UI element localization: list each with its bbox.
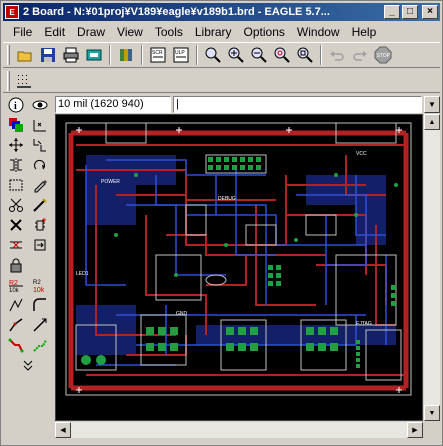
- svg-text:i: i: [14, 101, 17, 112]
- svg-text:10k: 10k: [33, 287, 45, 293]
- copy-icon[interactable]: [29, 135, 51, 154]
- lock-icon[interactable]: [5, 255, 27, 274]
- toolbar-grip[interactable]: [7, 45, 10, 65]
- pinswap-icon[interactable]: [5, 235, 27, 254]
- menu-help[interactable]: Help: [346, 25, 383, 39]
- zoom-in-icon[interactable]: [225, 44, 247, 66]
- replace-icon[interactable]: [29, 235, 51, 254]
- change-icon[interactable]: [29, 175, 51, 194]
- zoom-out-icon[interactable]: [248, 44, 270, 66]
- display-layers-icon[interactable]: [5, 115, 27, 134]
- scroll-down-icon[interactable]: ▼: [424, 405, 440, 421]
- menu-library[interactable]: Library: [189, 25, 238, 39]
- label-vcc: VCC: [356, 151, 367, 157]
- move-icon[interactable]: [5, 135, 27, 154]
- print-icon[interactable]: [60, 44, 82, 66]
- toolbar-grip[interactable]: [7, 70, 10, 91]
- scroll-up-icon[interactable]: ▲: [424, 114, 440, 130]
- board-canvas[interactable]: DEBUG LED1 EJTAG POWER GND VCC: [55, 114, 423, 421]
- maximize-button[interactable]: □: [402, 5, 418, 19]
- group-icon[interactable]: [5, 175, 27, 194]
- label-gnd: GND: [176, 311, 188, 317]
- svg-text:10k: 10k: [9, 288, 20, 293]
- command-line-input[interactable]: |: [173, 95, 422, 113]
- zoom-select-icon[interactable]: [294, 44, 316, 66]
- show-icon[interactable]: [29, 95, 51, 114]
- redo-icon[interactable]: [349, 44, 371, 66]
- window-title: 2 Board - N:¥01proj¥V189¥eagle¥v189b1.br…: [23, 6, 330, 18]
- svg-text:ULP: ULP: [175, 50, 185, 56]
- menu-window[interactable]: Window: [291, 25, 346, 39]
- save-icon[interactable]: [37, 44, 59, 66]
- label-power: POWER: [101, 179, 120, 185]
- chevron-down-icon[interactable]: ▼: [424, 95, 440, 113]
- miter-icon[interactable]: [29, 295, 51, 314]
- undo-icon[interactable]: [326, 44, 348, 66]
- menu-tools[interactable]: Tools: [149, 25, 189, 39]
- cam-icon[interactable]: [83, 44, 105, 66]
- zoom-fit-icon[interactable]: [202, 44, 224, 66]
- paste-icon[interactable]: [29, 195, 51, 214]
- close-button[interactable]: ×: [422, 5, 438, 19]
- status-bar: [3, 439, 440, 445]
- vertical-scrollbar[interactable]: ▲ ▼: [424, 114, 440, 421]
- command-row: 10 mil (1620 940) | ▼: [55, 95, 440, 113]
- horizontal-scrollbar[interactable]: ◀ ▶: [55, 422, 423, 438]
- scroll-left-icon[interactable]: ◀: [55, 422, 71, 438]
- scr-icon[interactable]: SCR: [147, 44, 169, 66]
- ulp-icon[interactable]: ULP: [170, 44, 192, 66]
- stop-label: STOP: [377, 53, 391, 59]
- mark-icon[interactable]: [29, 115, 51, 134]
- open-icon[interactable]: [14, 44, 36, 66]
- smash-icon[interactable]: [5, 295, 27, 314]
- delete-icon[interactable]: [5, 215, 27, 234]
- ripup-icon[interactable]: [29, 335, 51, 354]
- toolbar-separator: [109, 45, 111, 65]
- toolbar-separator: [141, 45, 143, 65]
- label-led1: LED1: [76, 271, 89, 277]
- add-icon[interactable]: [29, 215, 51, 234]
- menu-bar: File Edit Draw View Tools Library Option…: [3, 22, 440, 41]
- eagle-app-icon[interactable]: E: [5, 5, 19, 19]
- toolbar-separator: [196, 45, 198, 65]
- stop-icon[interactable]: STOP: [372, 44, 394, 66]
- svg-text:R2: R2: [33, 280, 41, 286]
- menu-file[interactable]: File: [7, 25, 38, 39]
- zoom-redraw-icon[interactable]: [271, 44, 293, 66]
- rotate-icon[interactable]: [29, 155, 51, 174]
- label-ejtag: EJTAG: [356, 321, 372, 327]
- more-tools-icon[interactable]: [5, 355, 51, 374]
- info-icon[interactable]: i: [5, 95, 27, 114]
- scroll-right-icon[interactable]: ▶: [407, 422, 423, 438]
- route-icon[interactable]: [5, 335, 27, 354]
- name-icon[interactable]: R2 10k: [5, 275, 27, 294]
- toolbar-separator: [320, 45, 322, 65]
- parameter-toolbar: [3, 69, 440, 93]
- grid-icon[interactable]: [13, 70, 35, 92]
- menu-draw[interactable]: Draw: [71, 25, 111, 39]
- tool-palette: i R2 10k R2 10k: [5, 95, 53, 417]
- menu-view[interactable]: View: [111, 25, 149, 39]
- eagle-main-window: E 2 Board - N:¥01proj¥V189¥eagle¥v189b1.…: [0, 0, 443, 446]
- main-toolbar: SCR ULP STOP: [3, 42, 440, 68]
- value-icon[interactable]: R2 10k: [29, 275, 51, 294]
- menu-options[interactable]: Options: [238, 25, 291, 39]
- pcb-layout[interactable]: DEBUG LED1 EJTAG POWER GND VCC: [56, 115, 423, 421]
- title-bar[interactable]: E 2 Board - N:¥01proj¥V189¥eagle¥v189b1.…: [3, 3, 440, 21]
- optimize-icon[interactable]: [29, 315, 51, 334]
- label-debug: DEBUG: [218, 196, 236, 202]
- minimize-button[interactable]: _: [384, 5, 400, 19]
- svg-text:SCR: SCR: [152, 50, 163, 56]
- library-icon[interactable]: [115, 44, 137, 66]
- menu-edit[interactable]: Edit: [38, 25, 71, 39]
- mirror-icon[interactable]: [5, 155, 27, 174]
- split-icon[interactable]: [5, 315, 27, 334]
- cut-icon[interactable]: [5, 195, 27, 214]
- coordinate-display: 10 mil (1620 940): [55, 95, 171, 113]
